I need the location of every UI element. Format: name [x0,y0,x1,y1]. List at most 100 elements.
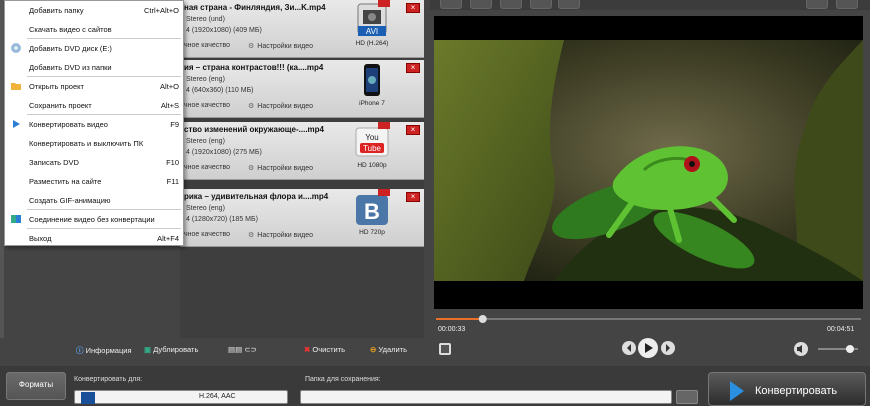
info-button[interactable]: ⓘ Информация [76,345,132,356]
format-label: HD 720p [359,229,385,236]
file-item[interactable]: рика – удивительная флора и....mp4 Stere… [180,189,424,247]
volume-icon[interactable] [794,342,808,356]
format-badge: AVI [366,27,378,36]
menu-label: Разместить на сайте [29,177,102,186]
formats-tab[interactable]: Форматы [6,372,66,400]
remove-file-button[interactable]: × [406,125,420,135]
menu-label: Сохранить проект [29,101,92,110]
menu-label: Создать GIF-анимацию [29,196,111,205]
avi-icon[interactable]: AVI [350,0,394,56]
menu-item-exit[interactable]: Выход Alt+F4 [5,229,183,248]
folder-icon [11,83,21,90]
menu-shortcut: Alt+O [160,82,179,91]
play-icon[interactable] [638,338,658,358]
menu-item-join[interactable]: Соединение видео без конвертации [5,210,183,229]
svg-text:You: You [365,133,379,142]
save-folder-label: Папка для сохранения: [305,376,381,383]
quality-label[interactable]: чное качество [184,42,230,49]
menu-label: Конвертировать видео [29,120,108,129]
vk-icon[interactable]: B [350,189,394,245]
video-settings-link[interactable]: Настройки видео [248,164,313,172]
menu-item-convert[interactable]: Конвертировать видео F9 [5,115,183,134]
volume-slider[interactable] [818,342,862,356]
file-item[interactable]: ия – страна контрастов!!! (ка....mp4 Ste… [180,60,424,118]
quality-label[interactable]: чное качество [184,164,230,171]
prev-icon[interactable] [622,341,636,355]
save-folder-field[interactable] [300,390,672,404]
total-time: 00:04:51 [827,326,855,333]
list-toolbar: ⓘ Информация ▣ Дублировать ▤▤ ⊂⊃ ✖ Очист… [72,341,424,359]
convert-icon [730,381,744,401]
snapshot-button[interactable] [440,0,462,9]
fullscreen-button[interactable] [836,0,858,9]
camera-button[interactable] [470,0,492,9]
crop-button[interactable] [530,0,552,9]
menu-item-burn-dvd[interactable]: Записать DVD F10 [5,153,183,172]
remove-file-button[interactable]: × [406,192,420,202]
file-title: рика – удивительная флора и....mp4 [184,192,329,201]
menu-item-convert-shutdown[interactable]: Конвертировать и выключить ПК [5,134,183,153]
menu-item-publish[interactable]: Разместить на сайте F11 [5,172,183,191]
file-title: ия – страна контрастов!!! (ка....mp4 [184,63,324,72]
remove-file-button[interactable]: × [406,3,420,13]
menu-shortcut: Ctrl+Alt+O [143,6,179,15]
menu-item-add-dvd[interactable]: Добавить DVD диск (E:) [5,39,183,58]
join-icon [11,215,21,223]
duplicate-label: Дублировать [153,345,199,354]
duplicate-button[interactable]: ▣ Дублировать [144,345,198,354]
current-time: 00:00:33 [438,326,466,333]
video-info: 4 (1920x1080) (409 МБ) [186,27,262,34]
app-window: ная страна - Финляндия, Зи...K.mp4 Stere… [0,0,870,406]
menu-item-open-project[interactable]: Открыть проект Alt+O [5,77,183,96]
delete-button[interactable]: ⊖ Удалить [370,345,407,354]
convert-to-label: Конвертировать для: [74,376,143,383]
seek-track[interactable] [434,312,863,326]
video-preview[interactable] [434,16,863,309]
browse-folder-button[interactable] [676,390,698,404]
clear-button[interactable]: ✖ Очистить [304,345,345,354]
video-settings-link[interactable]: Настройки видео [248,102,313,110]
quality-label[interactable]: чное качество [184,231,230,238]
youtube-icon[interactable]: You Tube [350,122,394,178]
format-badge: B [364,199,380,224]
menu-shortcut: F11 [166,177,179,186]
settings-button[interactable] [558,0,580,9]
convert-label: Конвертировать [755,385,838,397]
playback-controls [434,336,863,358]
play-icon [13,120,20,128]
video-info: 4 (1280x720) (185 МБ) [186,216,258,223]
info-label: Информация [85,346,132,355]
view-toggle[interactable]: ▤▤ ⊂⊃ [228,345,257,354]
cut-button[interactable] [500,0,522,9]
file-item[interactable]: ство изменений окружающе-....mp4 Stereo … [180,122,424,180]
snapshot-icon[interactable] [438,342,452,356]
menu-shortcut: F9 [170,120,179,129]
profile-selector[interactable]: H.264, AAC [74,390,288,404]
menu-label: Выход [29,234,52,243]
menu-shortcut: Alt+S [160,101,179,110]
remove-file-button[interactable]: × [406,63,420,73]
menu-item-gif[interactable]: Создать GIF-анимацию [5,191,183,210]
menu-item-add-folder[interactable]: Добавить папку Ctrl+Alt+O [5,1,183,20]
menu-item-save-project[interactable]: Сохранить проект Alt+S [5,96,183,115]
menu-label: Добавить DVD диск (E:) [29,44,112,53]
convert-button[interactable]: Конвертировать [708,372,866,406]
seek-bar[interactable] [434,312,863,326]
video-settings-link[interactable]: Настройки видео [248,231,313,239]
svg-text:Tube: Tube [363,144,381,153]
next-icon[interactable] [661,341,675,355]
menu-item-download-video[interactable]: Скачать видео с сайтов [5,20,183,39]
file-list[interactable]: ная страна - Финляндия, Зи...K.mp4 Stere… [180,0,424,338]
quality-label[interactable]: чное качество [184,102,230,109]
video-settings-link[interactable]: Настройки видео [248,42,313,50]
file-title: ство изменений окружающе-....mp4 [184,125,324,134]
window-button[interactable] [806,0,828,9]
video-info: 4 (1920x1080) (275 МБ) [186,149,262,156]
video-frame [434,40,863,281]
file-item[interactable]: ная страна - Финляндия, Зи...K.mp4 Stere… [180,0,424,58]
menu-label: Добавить папку [29,6,84,15]
menu-item-add-dvd-folder[interactable]: Добавить DVD из папки [5,58,183,77]
audio-info: Stereo (und) [186,16,225,23]
menu-shortcut: Alt+F4 [157,234,179,243]
iphone-icon[interactable] [350,60,394,116]
